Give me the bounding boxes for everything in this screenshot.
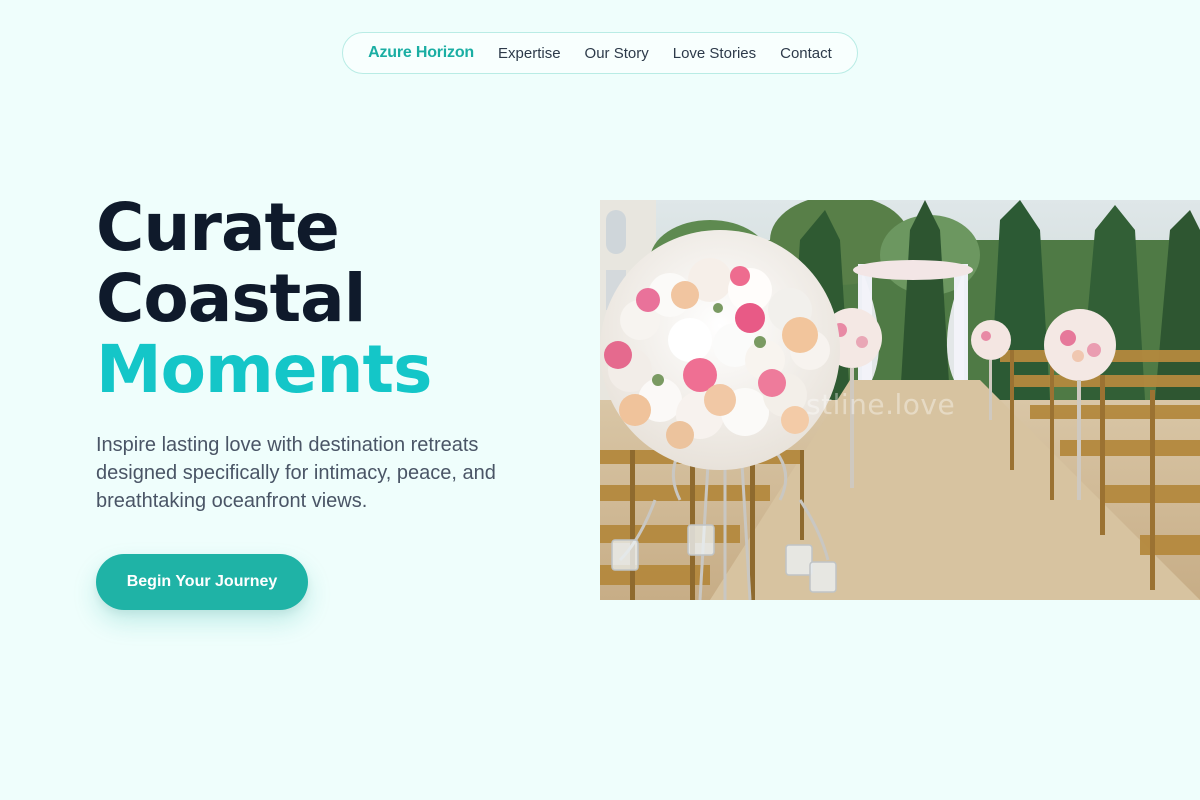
- hero-title-line-3: Moments: [96, 331, 432, 408]
- nav-link-contact[interactable]: Contact: [780, 45, 832, 62]
- brand-logo-link[interactable]: Azure Horizon: [368, 44, 474, 62]
- begin-journey-button[interactable]: Begin Your Journey: [96, 554, 308, 610]
- hero-title: Curate Coastal Moments: [96, 189, 432, 408]
- hero-description: Inspire lasting love with destination re…: [96, 434, 496, 512]
- hero-title-line-2: Coastal: [96, 260, 366, 337]
- nav-link-love-stories[interactable]: Love Stories: [673, 45, 756, 62]
- nav-link-expertise[interactable]: Expertise: [498, 45, 561, 62]
- top-nav: Azure Horizon Expertise Our Story Love S…: [342, 32, 858, 74]
- landing-page: Azure Horizon Expertise Our Story Love S…: [0, 0, 1200, 800]
- hero-title-line-1: Curate: [96, 189, 340, 266]
- nav-link-our-story[interactable]: Our Story: [585, 45, 649, 62]
- wedding-aisle-illustration: [600, 200, 1200, 600]
- hero-image: stline.love: [600, 200, 1200, 600]
